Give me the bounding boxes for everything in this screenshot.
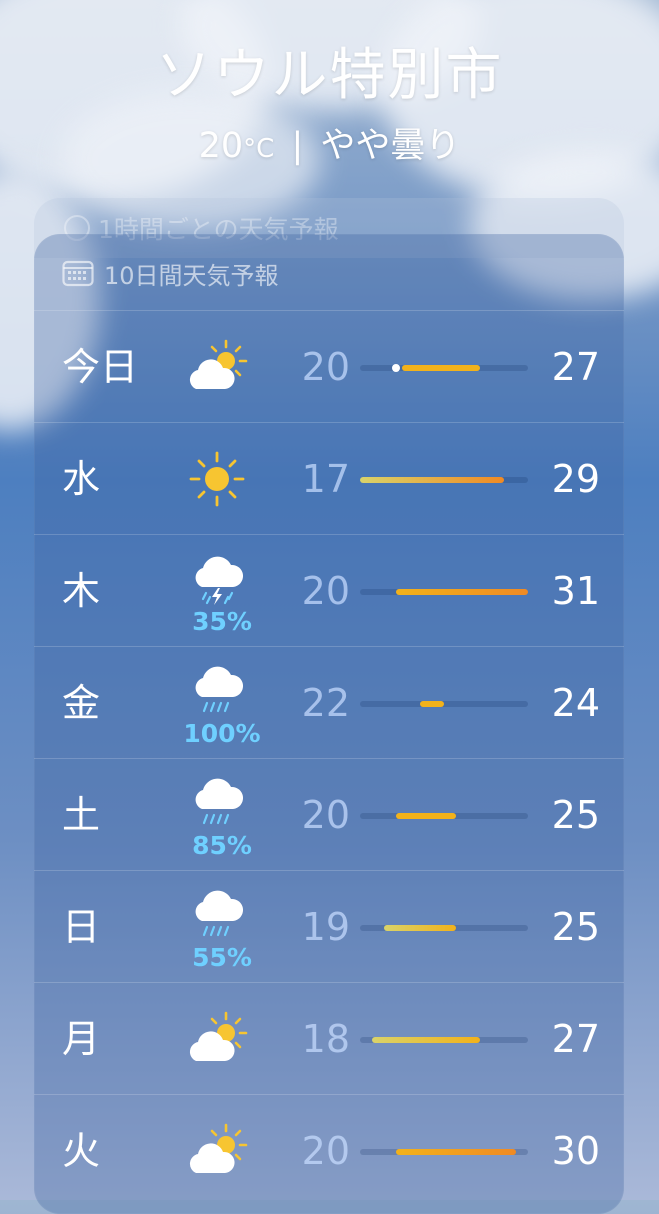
forecast-row[interactable]: 今日 20 27	[34, 310, 624, 423]
temperature-range-bar	[360, 364, 528, 372]
temperature-range-fill	[384, 925, 456, 931]
day-label: 金	[62, 681, 101, 725]
day-label: 今日	[62, 345, 139, 389]
forecast-row[interactable]: 水 17 29	[34, 422, 624, 535]
high-temp: 31	[551, 569, 600, 613]
temperature-range-bar	[360, 813, 528, 819]
low-temp: 19	[301, 905, 350, 949]
high-temp: 27	[551, 1017, 600, 1061]
low-temp: 20	[301, 793, 350, 837]
precipitation-chance: 55%	[192, 943, 252, 972]
low-temp: 20	[301, 1129, 350, 1173]
forecast-card-header: 10日間天気予報	[62, 256, 279, 290]
condition-text: やや曇り	[320, 126, 461, 166]
city-name: ソウル特別市	[155, 43, 504, 108]
day-label: 水	[62, 457, 101, 501]
precipitation-chance: 100%	[183, 719, 261, 748]
temperature-range-bar	[360, 1149, 528, 1155]
temperature-range-fill	[420, 701, 444, 707]
temperature-range-fill	[360, 477, 504, 483]
calendar-icon	[62, 260, 94, 287]
low-temp: 20	[301, 569, 350, 613]
forecast-row[interactable]: 月 18 27	[34, 982, 624, 1095]
high-temp: 29	[551, 457, 600, 501]
forecast-row[interactable]: 金 100% 22 24	[34, 646, 624, 759]
temp-unit: °C	[243, 134, 275, 164]
temperature-range-bar	[360, 925, 528, 931]
day-label: 土	[62, 793, 101, 837]
rain-icon	[182, 885, 252, 945]
rain-icon	[182, 661, 252, 721]
low-temp: 18	[301, 1017, 350, 1061]
precipitation-chance: 35%	[192, 607, 252, 636]
forecast-row[interactable]: 木 35% 20 31	[34, 534, 624, 647]
temperature-range-bar	[360, 1037, 528, 1043]
forecast-row[interactable]: 火 20 30	[34, 1094, 624, 1207]
forecast-row[interactable]: 土 85% 20 25	[34, 758, 624, 871]
temperature-range-fill	[396, 1149, 516, 1155]
day-label: 木	[62, 569, 101, 613]
forecast-card-title: 10日間天気予報	[104, 261, 279, 290]
low-temp: 22	[301, 681, 350, 725]
low-temp: 20	[301, 345, 350, 389]
location-header: ソウル特別市 20°C | やや曇り	[0, 30, 659, 168]
temperature-range-fill	[402, 365, 480, 371]
day-label: 火	[62, 1129, 101, 1173]
temperature-range-bar	[360, 701, 528, 707]
current-temp: 20	[198, 126, 244, 166]
high-temp: 25	[551, 793, 600, 837]
partly-cloudy-icon	[182, 337, 252, 397]
temperature-range-fill	[372, 1037, 480, 1043]
partly-cloudy-icon	[182, 1009, 252, 1069]
low-temp: 17	[301, 457, 350, 501]
temperature-range-fill	[396, 589, 528, 595]
high-temp: 24	[551, 681, 600, 725]
high-temp: 30	[551, 1129, 600, 1173]
high-temp: 25	[551, 905, 600, 949]
current-temp-marker	[392, 364, 400, 372]
forecast-row[interactable]: 日 55% 19 25	[34, 870, 624, 983]
day-label: 日	[62, 905, 101, 949]
separator: |	[291, 126, 304, 166]
day-label: 月	[62, 1017, 101, 1061]
temperature-range-fill	[396, 813, 456, 819]
ten-day-forecast-card[interactable]: 10日間天気予報 今日 20 27 水 17 29 木 35% 20 31 金 …	[34, 234, 624, 1214]
sun-icon	[182, 449, 252, 509]
temperature-range-bar	[360, 589, 528, 595]
precipitation-chance: 85%	[192, 831, 252, 860]
rain-icon	[182, 773, 252, 833]
temperature-range-bar	[360, 477, 528, 483]
thunderstorm-icon	[182, 549, 252, 609]
partly-cloudy-icon	[182, 1121, 252, 1181]
high-temp: 27	[551, 345, 600, 389]
current-conditions: 20°C | やや曇り	[0, 117, 659, 168]
